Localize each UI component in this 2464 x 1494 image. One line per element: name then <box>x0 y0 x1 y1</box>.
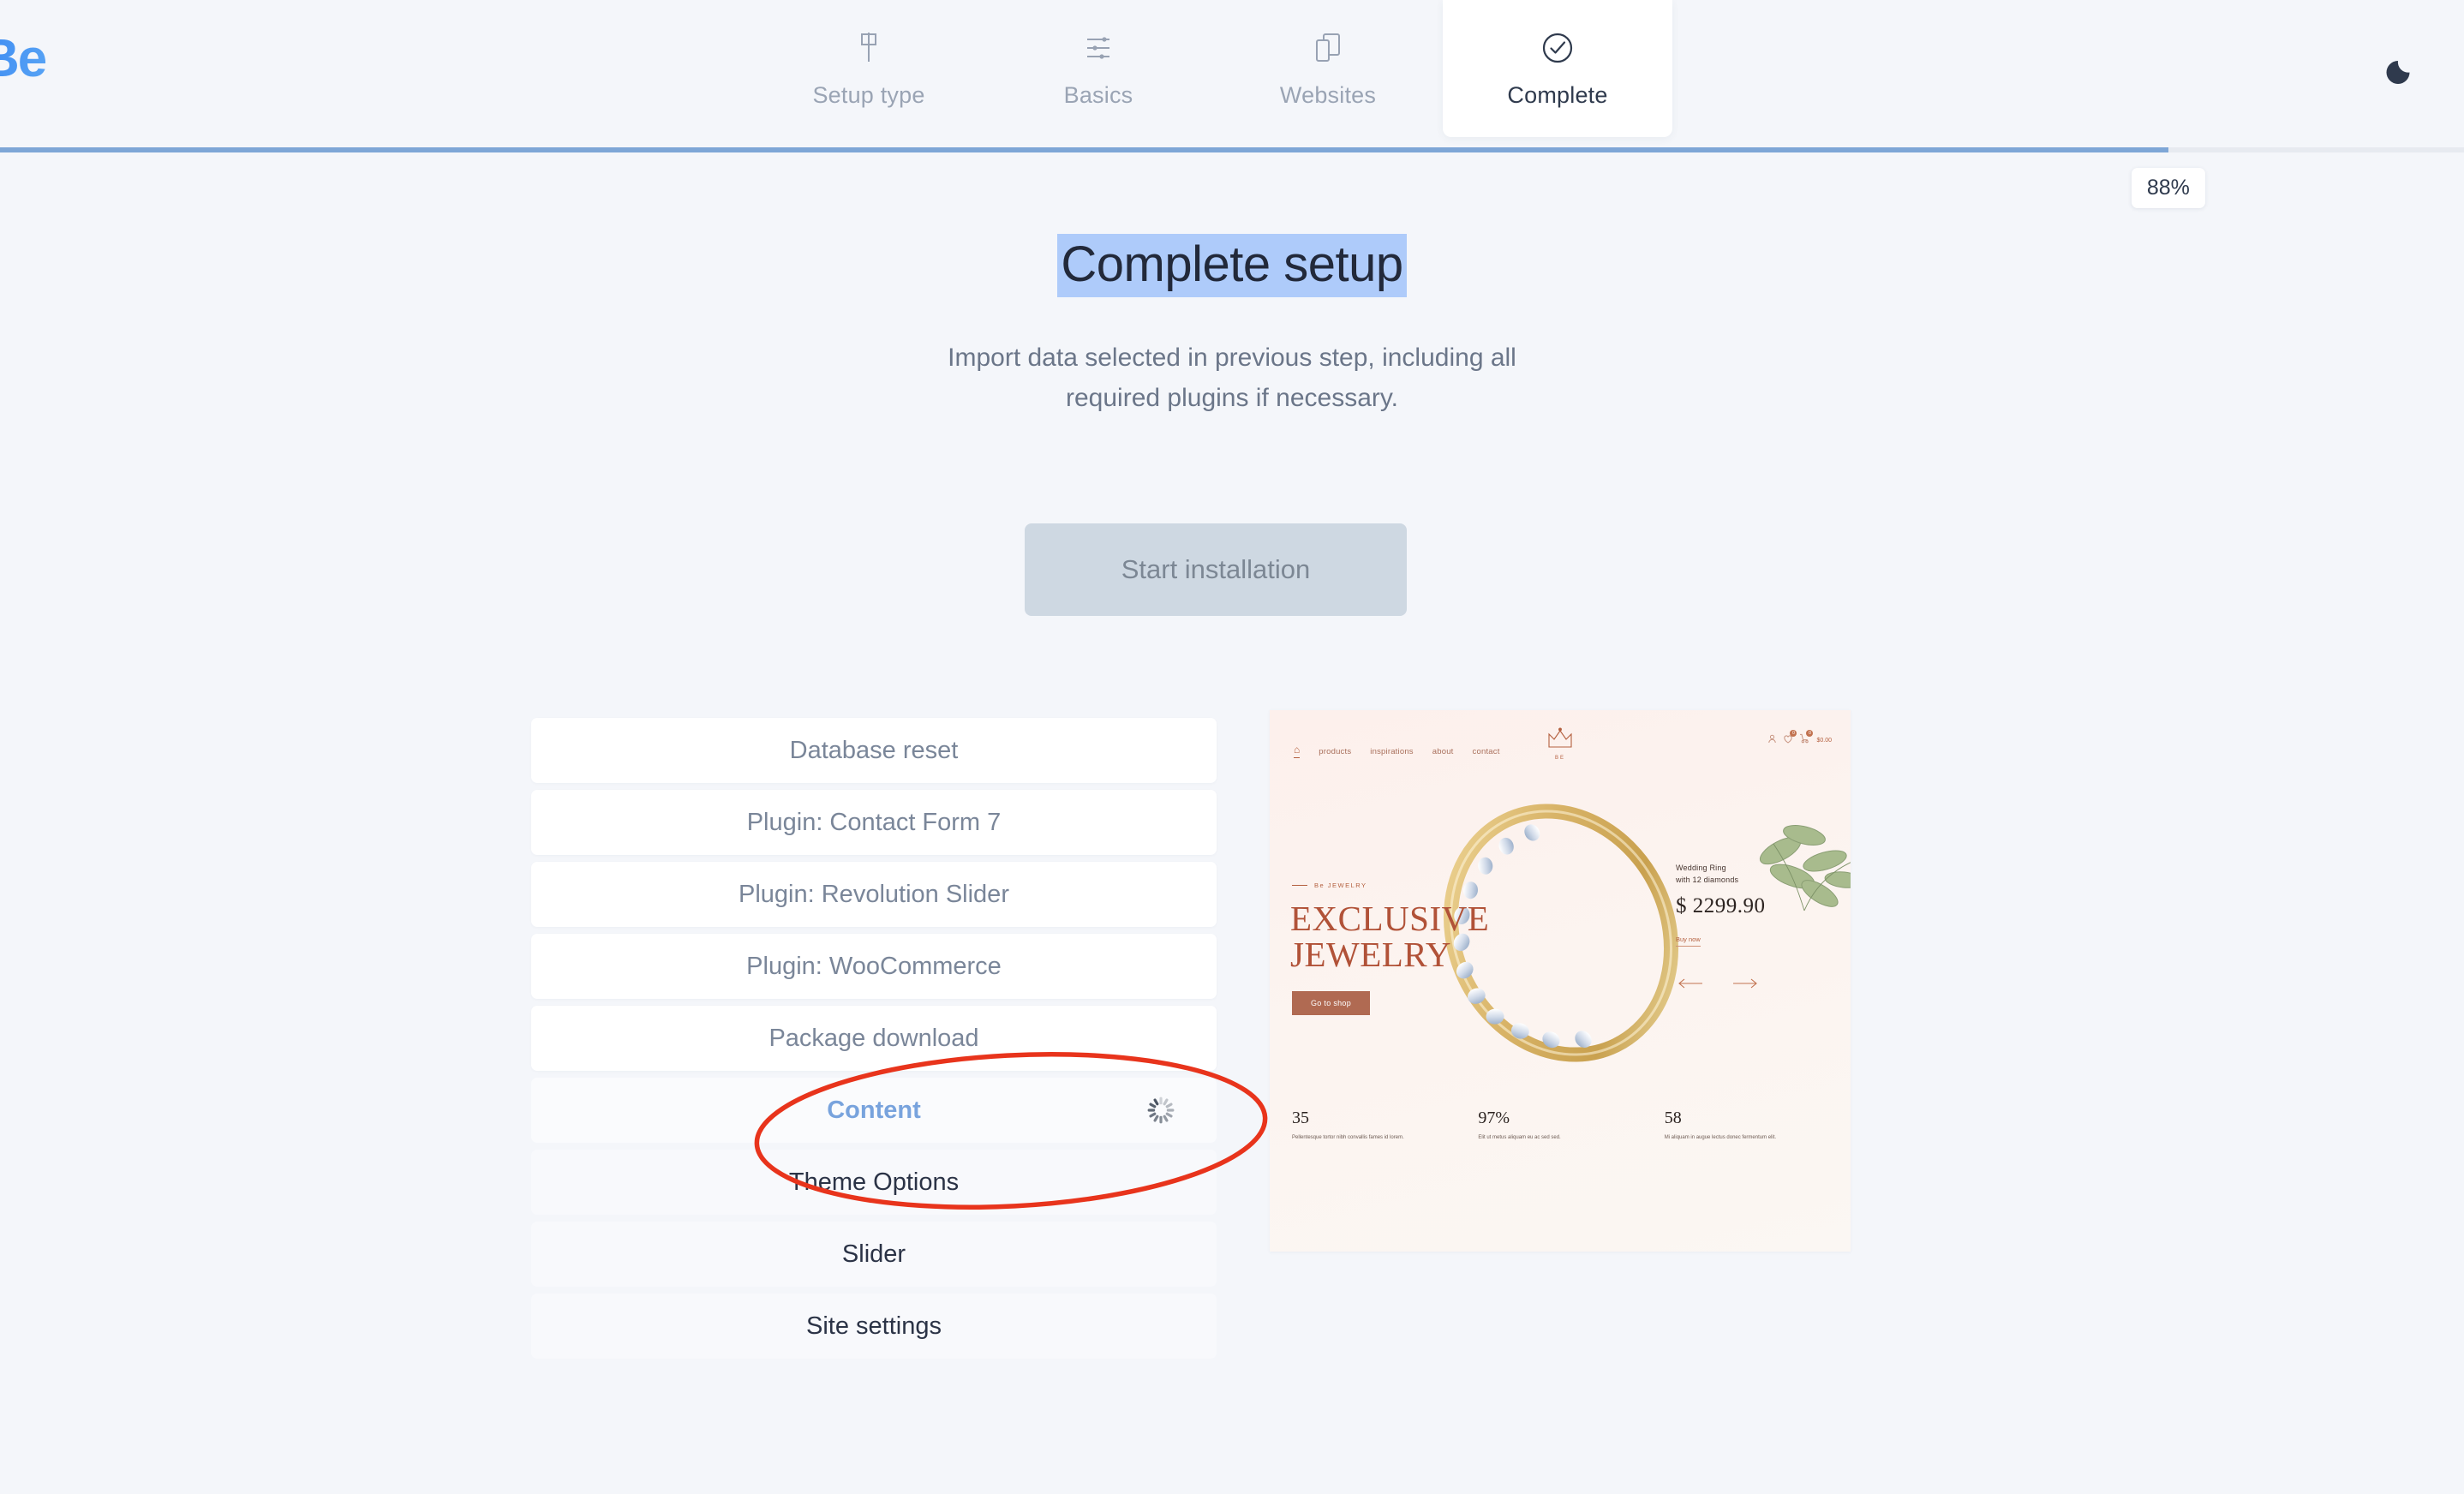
start-installation-button[interactable]: Start installation <box>1025 523 1407 616</box>
step-basics[interactable]: Basics <box>984 0 1213 137</box>
preview-nav-item-contact: contact <box>1472 746 1500 756</box>
task-label: Database reset <box>789 736 959 764</box>
step-label: Websites <box>1279 81 1377 108</box>
page-title: Complete setup <box>1057 234 1407 297</box>
preview-stat-caption: Pellentesque tortor nibh convallis fames… <box>1292 1135 1404 1140</box>
check-circle-icon <box>1540 29 1576 67</box>
cart-count-badge: 0 <box>1806 730 1814 737</box>
preview-nav-item-inspirations: inspirations <box>1370 746 1414 756</box>
preview-product-name-line-1: Wedding Ring <box>1676 864 1726 872</box>
crown-icon <box>1546 727 1575 753</box>
page-subtitle-line-2: required plugins if necessary. <box>1066 384 1398 413</box>
preview-stat-caption: Elit ut metus aliquam eu ac sed sed. <box>1478 1135 1561 1140</box>
page-title-text: Complete setup <box>1057 234 1407 297</box>
preview-product-name-line-2: with 12 diamonds <box>1676 875 1739 884</box>
step-websites[interactable]: Websites <box>1213 0 1443 137</box>
step-label: Setup type <box>812 81 925 108</box>
preview-stat-number: 58 <box>1664 1109 1682 1127</box>
wishlist-count-badge: 0 <box>1790 730 1797 737</box>
moon-icon <box>2386 61 2419 87</box>
preview-stat-number: 97% <box>1478 1109 1510 1127</box>
task-label: Plugin: WooCommerce <box>746 952 1002 980</box>
task-row[interactable]: Site settings <box>531 1294 1217 1359</box>
preview-logo-name: BE <box>1554 756 1565 761</box>
task-row[interactable]: Theme Options <box>531 1150 1217 1215</box>
task-row[interactable]: Plugin: WooCommerce <box>531 934 1217 999</box>
preview-product-price: $ 2299.90 <box>1676 894 1766 917</box>
progress-fill <box>0 147 2168 152</box>
task-row[interactable]: Plugin: Revolution Slider <box>531 862 1217 927</box>
preview-site-logo: BE <box>1546 727 1575 761</box>
preview-hero-title-line-2: JEWELRY <box>1290 935 1451 975</box>
task-row[interactable]: Content <box>531 1078 1217 1143</box>
preview-go-to-shop-button[interactable]: Go to shop <box>1292 991 1371 1015</box>
preview-utility-icons: 0 0 $0.00 <box>1767 730 1832 748</box>
task-label: Package download <box>769 1024 979 1052</box>
preview-nav-menu: ⌂ products inspirations about contact <box>1294 744 1500 758</box>
task-label: Slider <box>841 1240 906 1268</box>
step-complete[interactable]: Complete <box>1443 0 1672 137</box>
cart-total: $0.00 <box>1816 737 1832 744</box>
website-preview-thumbnail[interactable]: ⌂ products inspirations about contact BE <box>1270 710 1851 1252</box>
flag-pin-icon <box>854 29 883 67</box>
preview-hero-title-line-1: EXCLUSIVE <box>1290 899 1490 938</box>
home-icon: ⌂ <box>1294 744 1301 758</box>
loading-spinner-icon <box>1146 1096 1175 1125</box>
preview-product-info: Wedding Ring with 12 diamonds $ 2299.90 … <box>1676 863 1830 947</box>
task-row[interactable]: Slider <box>531 1222 1217 1287</box>
setup-wizard-steps: Setup type Basics Websites Complete <box>754 0 1672 137</box>
sliders-icon <box>1084 29 1113 67</box>
task-label: Plugin: Contact Form 7 <box>746 808 1002 836</box>
page-subtitle: Import data selected in previous step, i… <box>0 338 2464 419</box>
step-label: Basics <box>1063 81 1133 108</box>
preview-hero-title: EXCLUSIVE JEWELRY <box>1290 899 1490 975</box>
task-label: Theme Options <box>788 1168 960 1196</box>
task-row[interactable]: Plugin: Contact Form 7 <box>531 790 1217 855</box>
preview-stat: 97% Elit ut metus aliquam eu ac sed sed. <box>1478 1109 1645 1142</box>
preview-stats-row: 35 Pellentesque tortor nibh convallis fam… <box>1292 1109 1832 1142</box>
user-icon <box>1767 732 1777 748</box>
heart-icon: 0 <box>1783 730 1797 748</box>
preview-carousel-controls <box>1678 977 1758 993</box>
task-row[interactable]: Database reset <box>531 718 1217 783</box>
task-label: Site settings <box>806 1312 942 1340</box>
task-label: Content <box>827 1096 921 1124</box>
preview-nav-item-products: products <box>1319 746 1352 756</box>
preview-stat: 35 Pellentesque tortor nibh convallis fam… <box>1292 1109 1459 1142</box>
step-setup-type[interactable]: Setup type <box>754 0 984 137</box>
preview-buy-now-link[interactable]: Buy now <box>1676 935 1701 947</box>
progress-percent-badge: 88% <box>2131 168 2205 208</box>
preview-stat: 58 Mi aliquam in augue lectus donec ferme… <box>1665 1109 1832 1142</box>
layers-copy-icon <box>1314 29 1342 67</box>
task-label: Plugin: Revolution Slider <box>739 880 1009 908</box>
dark-mode-toggle[interactable] <box>2386 51 2419 88</box>
top-bar: Be Setup type Basics <box>0 0 2464 150</box>
setup-progress-bar <box>0 147 2464 152</box>
preview-nav-item-about: about <box>1432 746 1454 756</box>
task-row[interactable]: Package download <box>531 1006 1217 1071</box>
preview-stat-number: 35 <box>1292 1109 1309 1127</box>
installation-task-list: Database reset Plugin: Contact Form 7 Plug… <box>531 718 1217 1366</box>
step-label: Complete <box>1507 81 1608 108</box>
brand-logo[interactable]: Be <box>0 33 47 86</box>
arrow-right-icon[interactable] <box>1732 977 1758 993</box>
cart-icon: 0 <box>1799 730 1814 748</box>
page-subtitle-line-1: Import data selected in previous step, i… <box>948 344 1516 372</box>
preview-eyebrow: Be JEWELRY <box>1292 881 1367 889</box>
arrow-left-icon[interactable] <box>1678 977 1703 993</box>
preview-stat-caption: Mi aliquam in augue lectus donec ferment… <box>1664 1135 1777 1140</box>
hero-section: Complete setup Import data selected in p… <box>0 234 2464 419</box>
